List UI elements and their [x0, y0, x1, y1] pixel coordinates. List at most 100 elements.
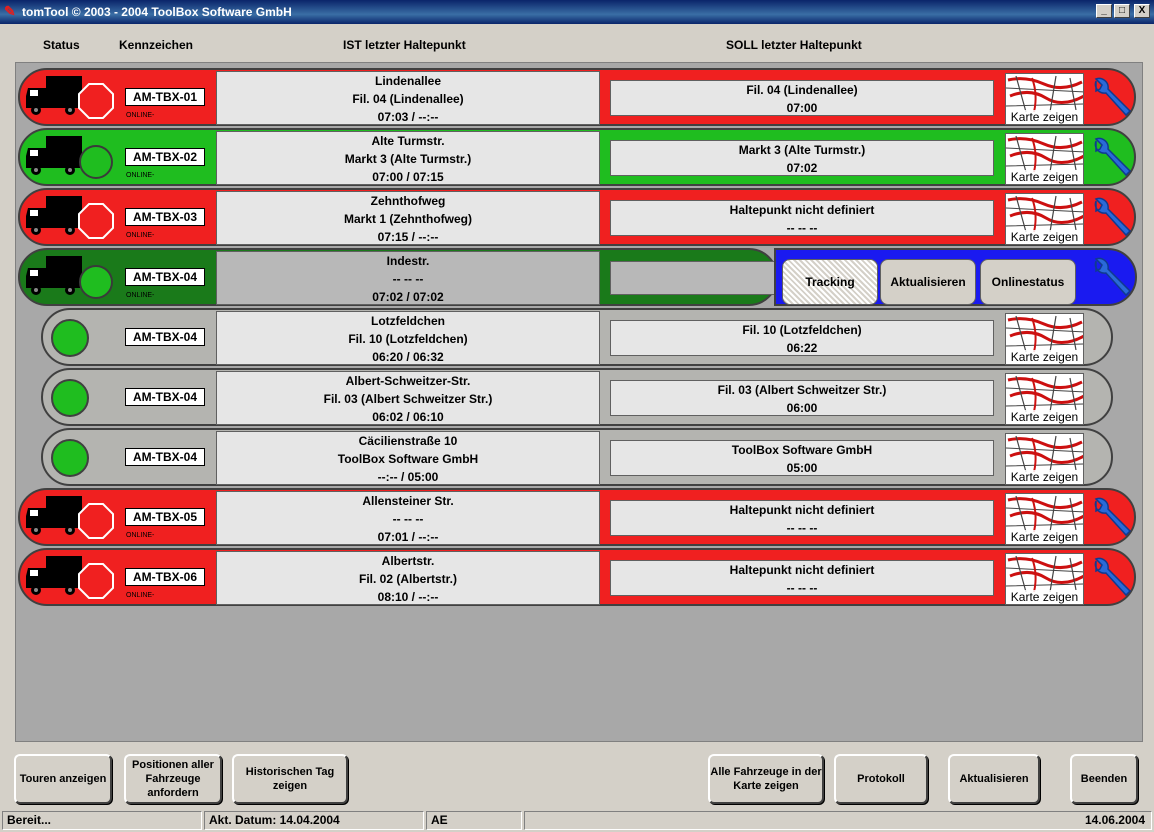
plate-label: AM-TBX-04	[125, 448, 205, 466]
vehicle-row[interactable]: ONLINE- AM-TBX-06 Albertstr. Fil. 02 (Alber…	[16, 545, 1144, 606]
touren-anzeigen-button[interactable]: Touren anzeigen	[14, 754, 112, 804]
truck-stop-icon	[26, 556, 114, 599]
app-icon: ✎	[4, 3, 16, 19]
soll-haltepunkt: Markt 3 (Alte Turmstr.) 07:02	[610, 140, 994, 176]
map-thumbnail-icon	[1006, 195, 1083, 233]
wrench-icon	[1094, 77, 1132, 117]
plate-label: AM-TBX-04	[125, 328, 205, 346]
plate-label: AM-TBX-01	[125, 88, 205, 106]
soll-haltepunkt: Fil. 04 (Lindenallee) 07:00	[610, 80, 994, 116]
ist-line: Markt 3 (Alte Turmstr.)	[344, 152, 472, 166]
karte-zeigen-button[interactable]: Karte zeigen	[1005, 553, 1084, 605]
panel-aktualisieren-button[interactable]: Aktualisieren	[880, 259, 976, 305]
vehicle-row[interactable]: AM-TBX-04 Lotzfeldchen Fil. 10 (Lotzfeldch…	[16, 305, 1144, 366]
settings-button[interactable]	[1090, 77, 1134, 121]
wrench-icon	[1094, 197, 1132, 237]
alle-fahrzeuge-karte-button[interactable]: Alle Fahrzeuge in der Karte zeigen	[708, 754, 824, 804]
truck-go-icon	[26, 256, 113, 299]
karte-zeigen-button[interactable]: Karte zeigen	[1005, 313, 1084, 365]
karte-zeigen-button[interactable]: Karte zeigen	[1005, 433, 1084, 485]
soll-line: Haltepunkt nicht definiert	[729, 563, 875, 577]
beenden-button[interactable]: Beenden	[1070, 754, 1138, 804]
close-button[interactable]: X	[1134, 4, 1150, 18]
settings-button[interactable]	[1090, 197, 1134, 241]
status-ready: Bereit...	[2, 811, 202, 830]
settings-button[interactable]	[1090, 137, 1134, 181]
ist-line: Lindenallee	[374, 74, 442, 88]
vehicle-row[interactable]: AM-TBX-04 Albert-Schweitzer-Str. Fil. 03 (…	[16, 365, 1144, 426]
soll-haltepunkt: Fil. 03 (Albert Schweitzer Str.) 06:00	[610, 380, 994, 416]
online-label: ONLINE-	[126, 112, 155, 119]
ist-haltepunkt: Alte Turmstr. Markt 3 (Alte Turmstr.) 07:0…	[216, 131, 600, 185]
karte-zeigen-button[interactable]: Karte zeigen	[1005, 373, 1084, 425]
map-thumbnail-icon	[1006, 495, 1083, 533]
tracking-button[interactable]: Tracking	[782, 259, 878, 305]
soll-line: 06:00	[786, 401, 818, 415]
status-indicator	[24, 134, 120, 180]
ist-line: Allensteiner Str.	[362, 494, 454, 508]
settings-button[interactable]	[1090, 257, 1134, 301]
soll-haltepunkt: Haltepunkt nicht definiert -- -- --	[610, 560, 994, 596]
wrench-icon	[1094, 497, 1132, 537]
vehicle-row[interactable]: ONLINE- AM-TBX-02 Alte Turmstr. Markt 3 (Al…	[16, 125, 1144, 186]
soll-line: Fil. 10 (Lotzfeldchen)	[742, 323, 862, 337]
karte-zeigen-label: Karte zeigen	[1006, 470, 1083, 484]
ist-haltepunkt: Lotzfeldchen Fil. 10 (Lotzfeldchen) 06:20 …	[216, 311, 600, 365]
soll-line: 06:22	[786, 341, 818, 355]
status-mode: AE	[426, 811, 522, 830]
vehicle-row[interactable]: ONLINE- AM-TBX-03 Zehnthofweg Markt 1 (Zehn…	[16, 185, 1144, 246]
status-indicator	[24, 554, 120, 600]
maximize-button[interactable]: □	[1114, 4, 1130, 18]
map-thumbnail-icon	[1006, 375, 1083, 413]
ist-line: Fil. 02 (Albertstr.)	[358, 572, 458, 586]
karte-zeigen-button[interactable]: Karte zeigen	[1005, 133, 1084, 185]
vehicle-row[interactable]: AM-TBX-04 Cäcilienstraße 10 ToolBox Softwa…	[16, 425, 1144, 486]
soll-line: Fil. 04 (Lindenallee)	[746, 83, 858, 97]
plate-label: AM-TBX-04	[125, 268, 205, 286]
settings-button[interactable]	[1090, 557, 1134, 601]
historischen-tag-button[interactable]: Historischen Tag zeigen	[232, 754, 348, 804]
vehicle-row[interactable]: ONLINE- AM-TBX-05 Allensteiner Str. -- -- -…	[16, 485, 1144, 546]
karte-zeigen-button[interactable]: Karte zeigen	[1005, 73, 1084, 125]
truck-stop-icon	[26, 76, 114, 119]
column-headers: Status Kennzeichen IST letzter Haltepunk…	[0, 38, 1154, 56]
status-indicator	[24, 74, 120, 120]
online-label: ONLINE-	[126, 532, 155, 539]
ist-line: 06:02 / 06:10	[372, 410, 444, 424]
online-label: ONLINE-	[126, 232, 155, 239]
soll-line: 07:00	[786, 101, 818, 115]
header-kennzeichen: Kennzeichen	[119, 38, 194, 52]
plate-label: AM-TBX-05	[125, 508, 205, 526]
vehicle-row[interactable]: ONLINE- AM-TBX-04 Indestr. -- -- -- 07:02 / …	[16, 245, 1144, 306]
wrench-icon	[1094, 137, 1132, 177]
online-label: ONLINE-	[126, 292, 155, 299]
status-date-right: 14.06.2004	[524, 811, 1152, 830]
title-bar: ✎ tomTool © 2003 - 2004 ToolBox Software…	[0, 0, 1154, 24]
minimize-button[interactable]: _	[1096, 4, 1112, 18]
karte-zeigen-label: Karte zeigen	[1006, 350, 1083, 364]
positionen-anfordern-button[interactable]: Positionen aller Fahrzeuge anfordern	[124, 754, 222, 804]
ist-line: -- -- --	[392, 512, 424, 526]
truck-stop-icon	[26, 196, 114, 239]
map-thumbnail-icon	[1006, 75, 1083, 113]
onlinestatus-button[interactable]: Onlinestatus	[980, 259, 1076, 305]
map-thumbnail-icon	[1006, 555, 1083, 593]
ist-haltepunkt: Lindenallee Fil. 04 (Lindenallee) 07:03 / …	[216, 71, 600, 125]
vehicle-row[interactable]: ONLINE- AM-TBX-01 Lindenallee Fil. 04 (Lind…	[16, 65, 1144, 126]
protokoll-button[interactable]: Protokoll	[834, 754, 928, 804]
ist-line: Alte Turmstr.	[371, 134, 445, 148]
ist-line: Albert-Schweitzer-Str.	[345, 374, 471, 388]
ist-line: 07:02 / 07:02	[372, 290, 444, 304]
ist-line: -- -- --	[392, 272, 424, 286]
soll-haltepunkt: Fil. 10 (Lotzfeldchen) 06:22	[610, 320, 994, 356]
aktualisieren-button[interactable]: Aktualisieren	[948, 754, 1040, 804]
karte-zeigen-button[interactable]: Karte zeigen	[1005, 193, 1084, 245]
settings-button[interactable]	[1090, 497, 1134, 541]
action-panel: Tracking Aktualisieren Onlinestatus	[774, 248, 1137, 306]
ist-line: 06:20 / 06:32	[372, 350, 444, 364]
karte-zeigen-button[interactable]: Karte zeigen	[1005, 493, 1084, 545]
soll-line: Haltepunkt nicht definiert	[729, 203, 875, 217]
ist-haltepunkt: Zehnthofweg Markt 1 (Zehnthofweg) 07:15 / …	[216, 191, 600, 245]
status-indicator	[24, 494, 120, 540]
ist-line: 07:03 / --:--	[377, 110, 439, 124]
